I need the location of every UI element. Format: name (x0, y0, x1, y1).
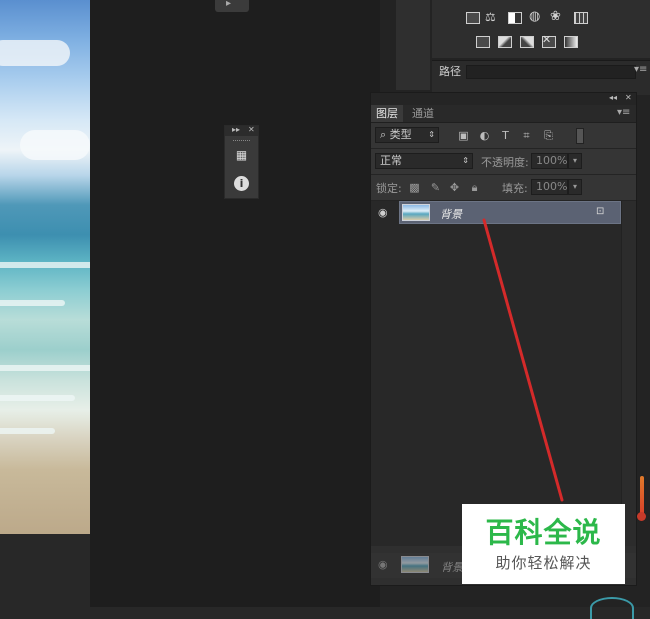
adjustment-layer-filter-icon[interactable]: ◐ (479, 130, 490, 141)
workspace-background (90, 0, 380, 607)
wave (0, 395, 75, 401)
cloud (20, 130, 90, 160)
threshold-icon[interactable] (520, 36, 534, 48)
layer-name: 背景 (440, 208, 462, 221)
mini-floating-panel: ▸▸ ✕ ▦ i (224, 125, 259, 199)
tab-channels[interactable]: 通道 (407, 105, 439, 122)
layers-scrollbar[interactable] (621, 201, 636, 546)
lock-image-pixels-icon[interactable]: ✎ (430, 182, 441, 193)
lock-row: 锁定: ▩ ✎ ✥ 🔒︎ 填充: 100% ▾ (371, 175, 636, 201)
color-lookup-icon[interactable] (574, 12, 588, 24)
layers-panel-tabs: 图层 通道 ▾≡ (371, 105, 636, 123)
filter-toggle[interactable] (576, 128, 584, 144)
photo-filter-icon[interactable]: ◍ (529, 9, 540, 24)
opacity-label: 不透明度: (481, 156, 529, 169)
info-icon[interactable]: i (234, 176, 249, 191)
filter-kind-select[interactable]: ⌕ 类型 ⇕ (375, 127, 439, 143)
black-white-icon[interactable] (508, 12, 522, 24)
invert-icon[interactable] (476, 36, 490, 48)
blend-row: 正常 ⇕ 不透明度: 100% ▾ (371, 149, 636, 175)
collapsed-panel-button[interactable]: ▸ (215, 0, 249, 12)
cloud (0, 40, 70, 66)
panel-menu-icon[interactable]: ▾≡ (617, 107, 630, 118)
collapsed-panel-strip (396, 0, 430, 90)
wave (0, 365, 90, 371)
dragged-layer-name: 背景 (441, 561, 463, 574)
watermark: 百科全说 助你轻松解决 (462, 504, 625, 584)
balance-icon[interactable]: ⚖ (485, 10, 496, 24)
opacity-dropdown-icon[interactable]: ▾ (568, 153, 582, 169)
blend-mode-select[interactable]: 正常 ⇕ (375, 153, 473, 169)
blend-mode-value: 正常 (380, 154, 402, 167)
lock-position-icon[interactable]: ✥ (449, 182, 460, 193)
fill-dropdown-icon[interactable]: ▾ (568, 179, 582, 195)
wave (0, 300, 65, 306)
shape-layer-filter-icon[interactable]: ⌗ (521, 130, 532, 141)
watermark-title: 百科全说 (485, 516, 602, 549)
play-icon: ▸ (226, 0, 232, 9)
channel-mixer-icon[interactable]: ❀ (550, 9, 561, 24)
layer-filter-row: ⌕ 类型 ⇕ ▣ ◐ T ⌗ ⎘ (371, 123, 636, 149)
lock-label: 锁定: (376, 182, 402, 195)
tab-layers[interactable]: 图层 (371, 105, 403, 122)
canvas-image[interactable] (0, 0, 90, 534)
paths-panel: 路径 ▾≡ (432, 60, 650, 95)
panel-grip[interactable] (233, 140, 250, 143)
watermark-subtitle: 助你轻松解决 (495, 554, 592, 572)
lock-transparent-icon[interactable]: ▩ (409, 182, 420, 193)
levels-icon[interactable] (466, 12, 480, 24)
opacity-input[interactable]: 100% (531, 153, 568, 169)
layer-thumbnail (402, 204, 430, 221)
gradient-map-icon[interactable] (564, 36, 578, 48)
adjustments-panel: ⚖ ◍ ❀ ✕ (432, 0, 650, 58)
panel-menu-icon[interactable]: ▾≡ (634, 64, 647, 75)
tab-paths[interactable]: 路径 (436, 64, 464, 80)
fill-input[interactable]: 100% (531, 179, 568, 195)
lock-icon: ⊡ (596, 206, 605, 217)
pixel-layer-filter-icon[interactable]: ▣ (458, 130, 469, 141)
eye-icon: ◉ (378, 558, 388, 571)
filter-kind-label: 类型 (389, 128, 412, 141)
close-icon[interactable]: ✕ (625, 93, 632, 102)
search-icon: ⌕ (380, 128, 390, 141)
type-layer-filter-icon[interactable]: T (500, 130, 511, 141)
mini-panel-header[interactable]: ▸▸ ✕ (225, 125, 258, 136)
layers-panel-titlebar[interactable]: ◂◂ ✕ (371, 93, 636, 105)
slider-handle[interactable] (637, 512, 646, 521)
selective-color-icon[interactable]: ✕ (542, 33, 556, 48)
expand-icon[interactable]: ▸▸ (232, 125, 240, 134)
close-icon[interactable]: ✕ (248, 125, 255, 134)
lock-all-icon[interactable]: 🔒︎ (469, 182, 480, 193)
posterize-icon[interactable] (498, 36, 512, 48)
layer-row-background[interactable]: 背景 ⊡ (399, 201, 621, 224)
collapse-icon[interactable]: ◂◂ (609, 93, 617, 102)
eye-icon[interactable]: ◉ (378, 206, 388, 219)
layer-thumbnail (401, 556, 429, 573)
wave (0, 262, 90, 268)
layer-list: ◉ 背景 ⊡ (371, 201, 621, 546)
fill-label: 填充: (502, 182, 528, 195)
adjustment-presets-icon[interactable]: ▦ (234, 148, 249, 163)
wave (0, 428, 55, 434)
chevron-updown-icon: ⇕ (462, 156, 469, 165)
dial-icon (590, 597, 634, 619)
chevron-updown-icon: ⇕ (428, 130, 435, 139)
smart-object-filter-icon[interactable]: ⎘ (543, 130, 554, 141)
paths-area (466, 65, 636, 79)
